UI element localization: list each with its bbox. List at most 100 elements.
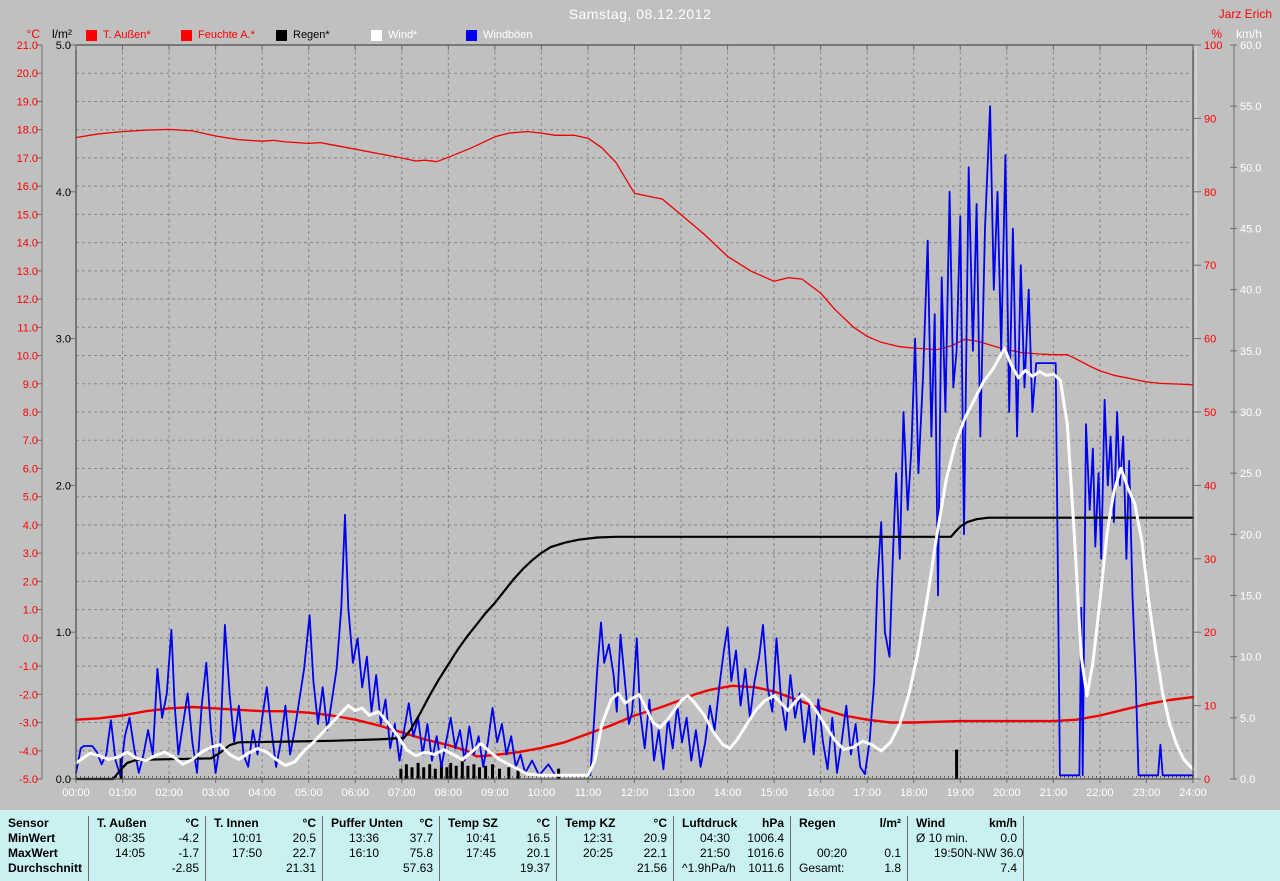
- series-bar-regen-intervall: [516, 770, 520, 779]
- series-bar-regen-intervall: [466, 765, 470, 779]
- table-column-regen: Regen l/m² 00:20 0.1 Gesamt: 1.8: [790, 816, 907, 881]
- wind-tick-label: 5.0: [1240, 713, 1255, 725]
- temp-tick-label: 4.0: [23, 520, 38, 532]
- table-cell: 57.63: [323, 861, 439, 876]
- series-bar-regen-intervall: [433, 768, 437, 779]
- cell-time: ^1.9hPa/h: [682, 861, 736, 875]
- table-cell: ^1.9hPa/h 1011.6: [674, 861, 790, 876]
- sensor-name: Regen: [799, 816, 836, 830]
- x-axis-label: 17:00: [853, 787, 881, 799]
- temp-tick-label: 17.0: [17, 153, 38, 165]
- cell-time: 10:01: [232, 831, 263, 845]
- table-row-label: MinWert: [8, 831, 56, 845]
- table-cell: 04:30 1006.4: [674, 831, 790, 846]
- x-axis-label: 09:00: [481, 787, 509, 799]
- wind-tick-label: 30.0: [1240, 407, 1261, 419]
- temp-tick-label: 14.0: [17, 238, 38, 250]
- cell-value: 75.8: [409, 846, 433, 860]
- wind-tick-label: 40.0: [1240, 285, 1261, 297]
- cell-value: 1.8: [884, 861, 901, 875]
- table-cell: 19:50 N-NW 36.0: [908, 846, 1023, 861]
- table-cell: 10:41 16.5: [440, 831, 556, 846]
- cell-time: 19:50: [934, 846, 965, 860]
- x-axis-label: 21:00: [1040, 787, 1068, 799]
- table-cell: Ø 10 min. 0.0: [908, 831, 1023, 846]
- series-bar-regen-intervall: [416, 762, 420, 779]
- cell-time: 08:35: [115, 831, 146, 845]
- temp-tick-label: 11.0: [17, 322, 38, 334]
- cell-value: -4.2: [178, 831, 199, 845]
- x-axis-label: 01:00: [109, 787, 137, 799]
- temp-tick-label: -5.0: [19, 774, 38, 786]
- table-column-t-innen: T. Innen °C 10:01 20.5 17:50 22.7 21.31: [205, 816, 322, 881]
- series-bar-regen-intervall: [410, 767, 414, 779]
- sensor-unit: °C: [302, 816, 316, 830]
- x-axis-label: 19:00: [947, 787, 975, 799]
- sensor-unit: °C: [653, 816, 667, 830]
- wind-tick-label: 10.0: [1240, 652, 1261, 664]
- rain-tick-label: 3.0: [56, 334, 71, 346]
- series-bar-regen-intervall: [478, 767, 481, 779]
- series-bar-regen-intervall: [491, 764, 494, 779]
- table-cell: 17:50 22.7: [206, 846, 322, 861]
- cell-value: 16.5: [526, 831, 550, 845]
- wind-tick-label: 60.0: [1240, 40, 1261, 52]
- table-row-label: Durchschnitt: [8, 861, 83, 875]
- temp-tick-label: 0.0: [23, 633, 38, 645]
- temp-tick-label: 10.0: [17, 351, 38, 363]
- cell-value: 7.4: [1000, 861, 1017, 875]
- x-axis-label: 04:00: [248, 787, 276, 799]
- cell-time: [440, 861, 448, 876]
- humidity-tick-label: 20: [1204, 627, 1216, 639]
- temp-tick-label: 3.0: [23, 548, 38, 560]
- cell-value: 20.9: [643, 831, 667, 845]
- table-cell: 16:10 75.8: [323, 846, 439, 861]
- x-axis-label: 16:00: [807, 787, 835, 799]
- x-axis-label: 13:00: [667, 787, 695, 799]
- cell-value: 22.7: [292, 846, 316, 860]
- cell-time: 20:25: [583, 846, 614, 860]
- humidity-tick-label: 50: [1204, 407, 1216, 419]
- rain-tick-label: 5.0: [56, 40, 71, 52]
- wind-tick-label: 0.0: [1240, 774, 1255, 786]
- series-bar-regen-intervall: [472, 764, 476, 779]
- weather-chart-window: Samstag, 08.12.2012 Jarz Erich °C l/m² %…: [0, 0, 1280, 881]
- table-cell: 14:05 -1.7: [89, 846, 205, 861]
- cell-value: 22.1: [643, 846, 667, 860]
- temp-tick-label: 13.0: [17, 266, 38, 278]
- table-cell: [791, 831, 907, 846]
- wind-tick-label: 15.0: [1240, 591, 1261, 603]
- x-axis-label: 11:00: [575, 787, 602, 799]
- table-cell: 17:45 20.1: [440, 846, 556, 861]
- humidity-tick-label: 100: [1204, 40, 1222, 52]
- x-axis-label: 03:00: [202, 787, 230, 799]
- temp-tick-label: 19.0: [17, 96, 38, 108]
- temp-tick-label: 2.0: [23, 576, 38, 588]
- sensor-name: Wind: [916, 816, 946, 830]
- cell-time: 21:50: [700, 846, 731, 860]
- table-row-label: Sensor: [8, 816, 49, 830]
- summary-table: Sensor MinWert MaxWert Durchschnitt T. Außen…: [0, 810, 1280, 881]
- x-axis-label: 18:00: [900, 787, 928, 799]
- sensor-name: Temp KZ: [565, 816, 616, 830]
- table-column-wind: Wind km/h Ø 10 min. 0.0 19:50 N-NW 36.0 7.4: [907, 816, 1024, 881]
- x-axis-label: 22:00: [1086, 787, 1114, 799]
- humidity-tick-label: 60: [1204, 334, 1216, 346]
- cell-time: 13:36: [349, 831, 380, 845]
- temp-tick-label: 12.0: [17, 294, 38, 306]
- wind-tick-label: 20.0: [1240, 529, 1261, 541]
- chart-plot: 21.0 20.0 19.0 18.0 17.0 16.0 15.0 14.0 13.0 12.0…: [17, 40, 1262, 799]
- sensor-name: Luftdruck: [682, 816, 738, 830]
- cell-value: 20.1: [526, 846, 550, 860]
- series-bar-regen-intervall: [454, 765, 458, 779]
- sensor-name: T. Innen: [214, 816, 259, 830]
- sensor-unit: °C: [185, 816, 199, 830]
- wind-tick-label: 50.0: [1240, 162, 1261, 174]
- sensor-unit: °C: [536, 816, 550, 830]
- cell-time: 00:20: [817, 846, 848, 860]
- table-cell: 20:25 22.1: [557, 846, 673, 861]
- temp-tick-label: 21.0: [17, 40, 38, 52]
- sensor-name: Puffer Unten: [331, 816, 403, 830]
- cell-time: [323, 861, 331, 876]
- wind-tick-label: 45.0: [1240, 224, 1261, 236]
